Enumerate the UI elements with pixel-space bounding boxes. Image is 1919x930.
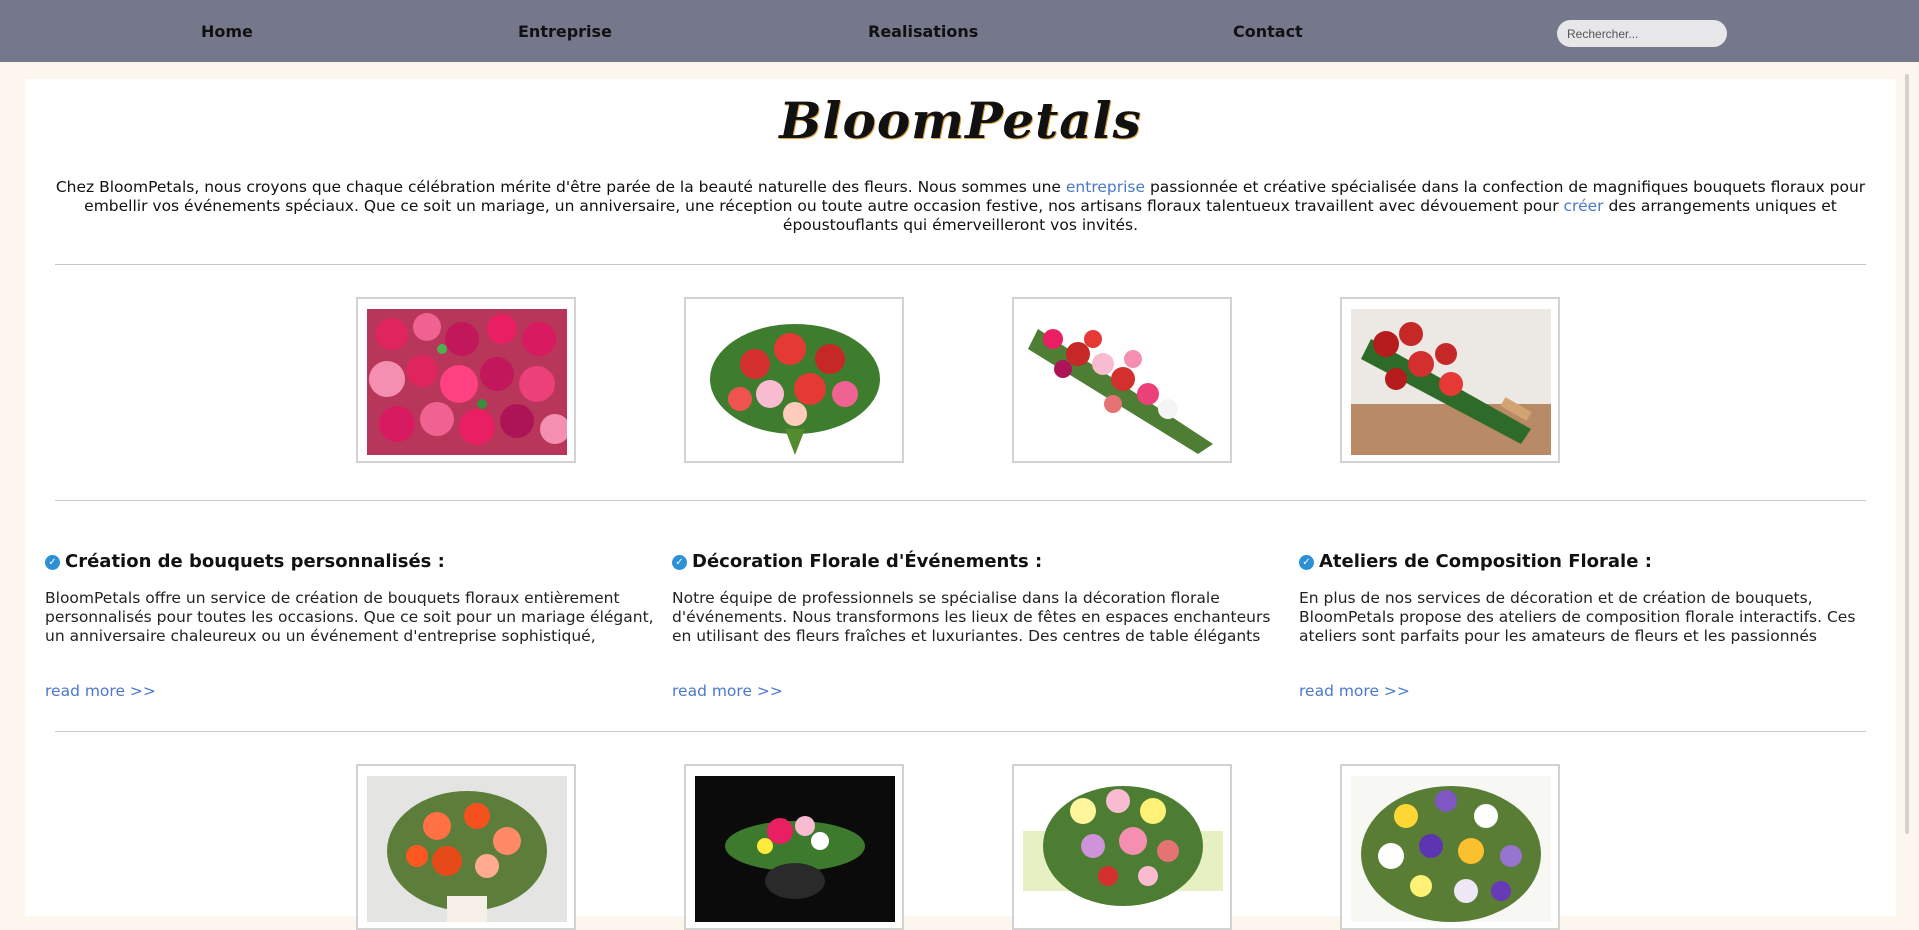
bouquet-photo (367, 309, 567, 455)
feature-title-text: Ateliers de Composition Florale : (1319, 551, 1652, 572)
feature-title: ✓ Décoration Florale d'Événements : (672, 551, 1042, 572)
gallery-item[interactable] (684, 297, 904, 463)
bouquet-photo (1351, 309, 1551, 455)
bouquet-photo (367, 776, 567, 922)
intro-text-1: Chez BloomPetals, nous croyons que chaqu… (55, 178, 1066, 196)
bouquet-photo (1023, 776, 1223, 922)
bouquet-photo (1023, 309, 1223, 455)
gallery-item[interactable] (1012, 297, 1232, 463)
gallery-item[interactable] (1340, 297, 1560, 463)
feature-description: BloomPetals offre un service de création… (45, 589, 654, 645)
nav-contact-link[interactable]: Contact (1233, 22, 1303, 41)
check-icon: ✓ (672, 555, 687, 570)
nav-realisations-link[interactable]: Realisations (868, 22, 978, 41)
creer-link[interactable]: créer (1564, 197, 1604, 215)
feature-title-text: Décoration Florale d'Événements : (692, 551, 1043, 572)
divider (55, 264, 1866, 265)
read-more-link[interactable]: read more >> (45, 682, 156, 700)
entreprise-link[interactable]: entreprise (1066, 178, 1145, 196)
intro-paragraph: Chez BloomPetals, nous croyons que chaqu… (49, 178, 1872, 235)
gallery-item[interactable] (1340, 764, 1560, 930)
divider (55, 731, 1866, 732)
scrollbar-thumb[interactable] (1905, 74, 1909, 834)
main-content: BloomPetals Chez BloomPetals, nous croyo… (25, 79, 1896, 930)
feature-title-text: Création de bouquets personnalisés : (65, 551, 445, 572)
read-more-link[interactable]: read more >> (1299, 682, 1410, 700)
brand-title: BloomPetals (779, 91, 1142, 150)
read-more-link[interactable]: read more >> (672, 682, 783, 700)
bouquet-photo (695, 776, 895, 922)
divider (55, 500, 1866, 501)
gallery-item[interactable] (1012, 764, 1232, 930)
check-icon: ✓ (45, 555, 60, 570)
nav-home-link[interactable]: Home (201, 22, 253, 41)
feature-description: En plus de nos services de décoration et… (1299, 589, 1856, 645)
search-input[interactable] (1557, 20, 1727, 47)
gallery-item[interactable] (684, 764, 904, 930)
nav-entreprise-link[interactable]: Entreprise (518, 22, 612, 41)
feature-title: ✓ Création de bouquets personnalisés : (45, 551, 445, 572)
feature-title: ✓ Ateliers de Composition Florale : (1299, 551, 1652, 572)
gallery-item[interactable] (356, 764, 576, 930)
gallery-item[interactable] (356, 297, 576, 463)
bouquet-photo (1351, 776, 1551, 922)
top-navbar: Home Entreprise Realisations Contact (0, 0, 1919, 62)
vertical-scrollbar[interactable] (1896, 62, 1919, 916)
check-icon: ✓ (1299, 555, 1314, 570)
feature-description: Notre équipe de professionnels se spécia… (672, 589, 1271, 645)
bouquet-photo (695, 309, 895, 455)
